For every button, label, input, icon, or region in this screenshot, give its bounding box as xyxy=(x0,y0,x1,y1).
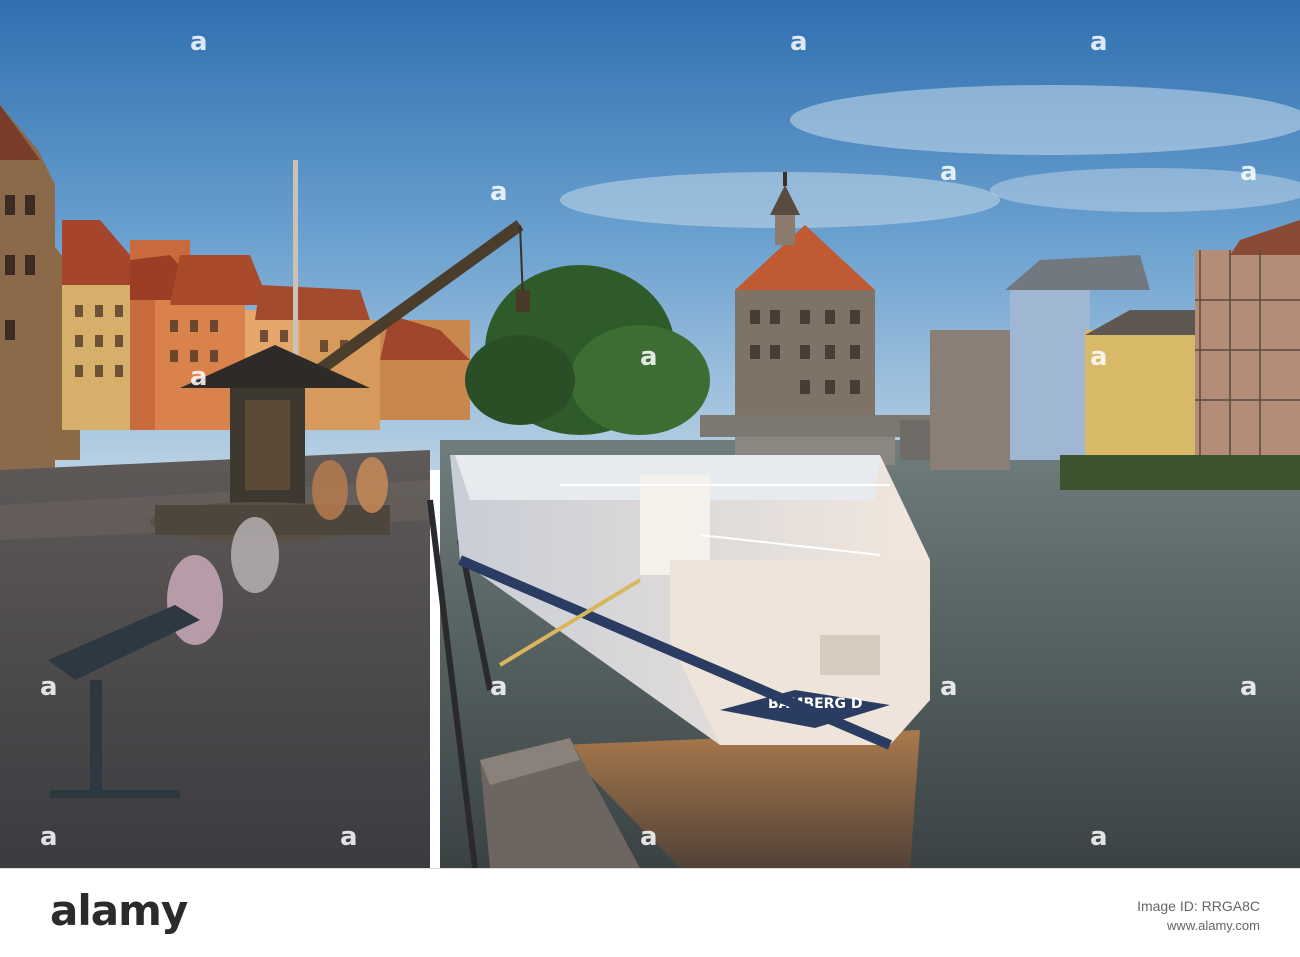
svg-text:a: a xyxy=(40,822,58,852)
svg-text:a: a xyxy=(190,27,208,57)
svg-text:a: a xyxy=(190,362,208,392)
svg-text:a: a xyxy=(790,27,808,57)
svg-text:a: a xyxy=(1240,672,1258,702)
svg-text:a: a xyxy=(1090,342,1108,372)
svg-text:a: a xyxy=(640,342,658,372)
svg-text:a: a xyxy=(940,157,958,187)
svg-text:a: a xyxy=(640,822,658,852)
svg-text:a: a xyxy=(940,672,958,702)
svg-text:a: a xyxy=(1240,157,1258,187)
footer-bar: alamy Image ID: RRGA8C www.alamy.com xyxy=(0,868,1300,957)
svg-text:a: a xyxy=(340,822,358,852)
svg-text:a: a xyxy=(1090,822,1108,852)
cloud xyxy=(790,85,1300,155)
svg-text:a: a xyxy=(490,672,508,702)
site-url[interactable]: www.alamy.com xyxy=(1167,918,1260,933)
svg-text:a: a xyxy=(40,672,58,702)
svg-text:a: a xyxy=(1090,27,1108,57)
alamy-logo[interactable]: alamy xyxy=(50,886,188,935)
svg-text:a: a xyxy=(490,177,508,207)
footer-divider xyxy=(0,868,1300,869)
image-id: Image ID: RRGA8C xyxy=(1137,898,1260,914)
photo: BAMBERG D a a a a a a a a a a a a a a a … xyxy=(0,0,1300,868)
